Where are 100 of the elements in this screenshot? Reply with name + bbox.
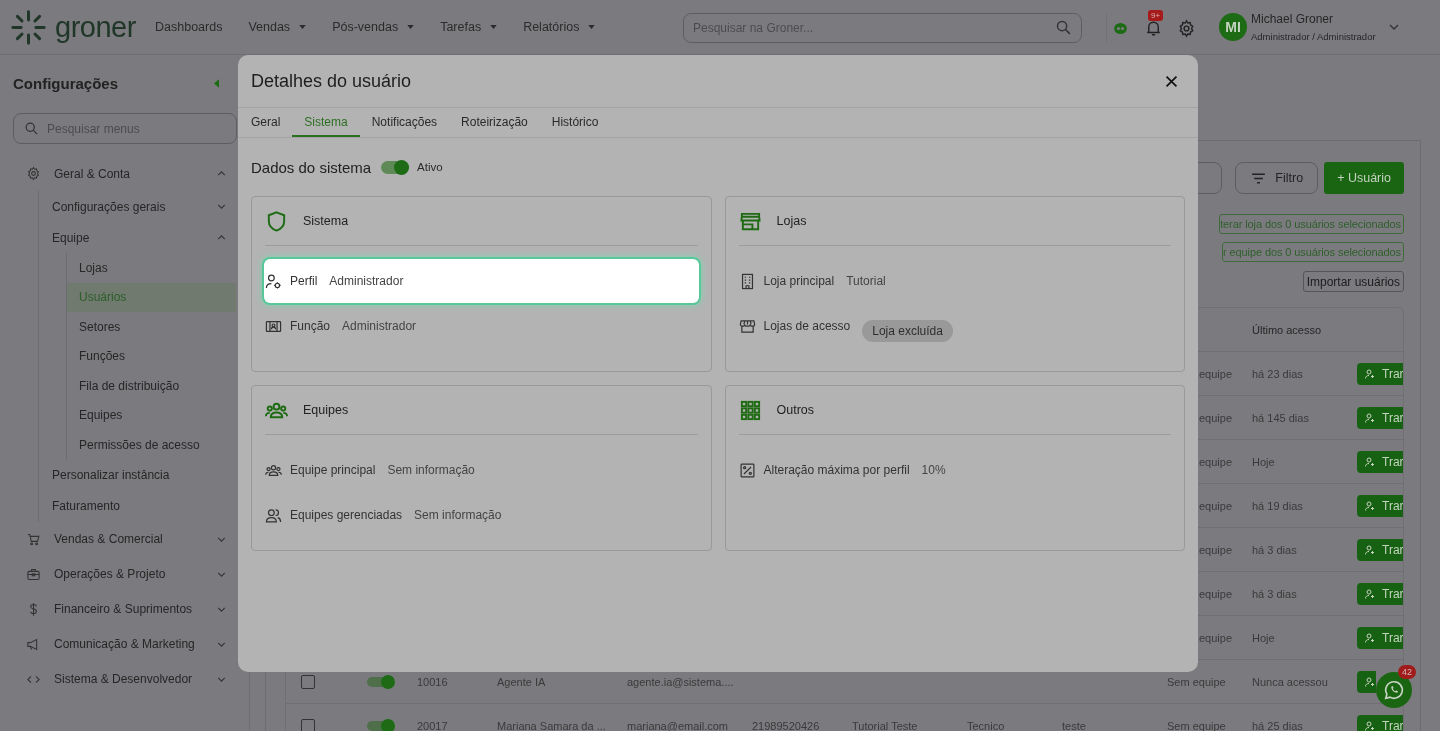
menu-item[interactable]: Permissões de acesso — [67, 430, 236, 460]
menu-item[interactable]: Equipe — [52, 222, 236, 253]
table-cell: Tutorial Teste — [852, 719, 918, 731]
nav-menu[interactable]: Dashboards — [155, 20, 223, 34]
user-plus-icon — [1364, 455, 1376, 468]
transfer-button[interactable]: Trar — [1357, 626, 1403, 649]
field-value: Administrador — [342, 319, 417, 333]
tab[interactable]: Histórico — [539, 108, 611, 137]
table-cell: 20017 — [417, 719, 448, 731]
table-cell: 21989520426 — [752, 719, 820, 731]
table-cell: equipe — [1199, 499, 1233, 512]
caret-icon — [299, 25, 307, 29]
field-value: Administrador — [329, 274, 404, 288]
table-cell: mariana@email.com — [627, 719, 729, 731]
table-cell: Hoje — [1252, 631, 1275, 644]
logo-icon — [10, 8, 47, 46]
table-cell: Tecnico — [967, 719, 1005, 731]
grid-icon — [738, 398, 762, 422]
caret-icon — [490, 25, 498, 29]
field-label: Lojas de acesso — [763, 319, 851, 333]
field-value: 10% — [921, 463, 946, 477]
menu-item[interactable]: Faturamento — [52, 490, 236, 522]
menu-item[interactable]: Lojas — [67, 253, 236, 283]
transfer-button[interactable]: Trar — [1357, 450, 1403, 473]
tab[interactable]: Geral — [239, 108, 293, 137]
menu-item[interactable]: Equipes — [67, 400, 236, 430]
menu-section[interactable]: Financeiro & Suprimentos — [13, 591, 236, 627]
user-role: Administrador / Administrador — [1251, 31, 1376, 42]
nav-menu[interactable]: Pós-vendas — [332, 20, 415, 34]
chat-badge: 42 — [1398, 665, 1416, 679]
menu-section[interactable]: Operações & Projeto — [13, 556, 236, 592]
table-cell: equipe — [1199, 543, 1233, 556]
import-button[interactable]: Importar usuários — [1302, 271, 1404, 292]
shield-icon — [265, 209, 288, 233]
table-cell: há 3 dias — [1252, 543, 1297, 556]
transfer-button[interactable]: Trar — [1357, 582, 1403, 605]
card-title: Outros — [776, 403, 814, 417]
nav-menu[interactable]: Tarefas — [440, 20, 498, 34]
transfer-button[interactable]: Trar — [1357, 494, 1403, 517]
tab[interactable]: Roteirização — [449, 108, 540, 137]
field-label: Alteração máxima por perfil — [763, 463, 910, 477]
transfer-button[interactable]: Trar — [1357, 538, 1403, 561]
section-title: Dados do sistema — [251, 158, 372, 176]
table-cell: há 3 dias — [1252, 587, 1297, 600]
field-label: Equipes gerenciadas — [290, 508, 403, 522]
menu-section[interactable]: Comunicação & Marketing — [13, 626, 236, 662]
field-label: Loja principal — [763, 274, 835, 288]
menu-item[interactable]: Setores — [67, 312, 236, 342]
menu-item[interactable]: Personalizar instância — [52, 459, 236, 491]
collapse-icon[interactable] — [214, 78, 219, 88]
user-plus-icon — [1364, 367, 1376, 380]
table-cell: há 19 dias — [1252, 499, 1303, 512]
transfer-button[interactable]: Trar — [1357, 362, 1403, 385]
table-cell: Nunca acessou — [1252, 675, 1328, 688]
table-cell: há 25 dias — [1252, 719, 1303, 731]
status-label: Ativo — [417, 161, 443, 173]
checkbox[interactable] — [301, 674, 315, 689]
card-title: Sistema — [303, 214, 349, 228]
filter-button[interactable]: Filtro — [1235, 162, 1319, 194]
table-cell: Sem equipe — [1167, 719, 1226, 731]
add-user-button[interactable]: + Usuário — [1324, 162, 1404, 194]
search-icon — [1055, 19, 1072, 36]
transfer-button[interactable]: Trar — [1357, 714, 1403, 731]
briefcase-icon — [26, 566, 41, 582]
settings-icon[interactable] — [1177, 18, 1196, 38]
people-icon — [265, 506, 282, 524]
notification-badge: 9+ — [1148, 9, 1164, 21]
field-label: Função — [290, 319, 331, 333]
user-name: Michael Groner — [1251, 12, 1335, 26]
table-cell: equipe — [1199, 411, 1233, 424]
menu-item[interactable]: Funções — [67, 341, 236, 371]
nav-menu[interactable]: Vendas — [248, 20, 307, 34]
user-plus-icon — [1364, 411, 1376, 424]
tab[interactable]: Notificações — [359, 108, 450, 137]
table-cell: equipe — [1199, 455, 1233, 468]
percent-icon — [738, 461, 756, 479]
nav-menu[interactable]: Relatórios — [523, 20, 596, 34]
bell-icon[interactable] — [1144, 18, 1163, 38]
caret-icon — [407, 25, 415, 29]
card-title: Equipes — [303, 403, 349, 417]
toggle-switch[interactable] — [381, 160, 410, 174]
menu-section[interactable]: Vendas & Comercial — [13, 521, 236, 557]
table-cell: equipe — [1199, 367, 1233, 380]
user-plus-icon — [1364, 675, 1376, 688]
avatar[interactable]: MI — [1219, 13, 1247, 41]
toggle-switch[interactable] — [367, 720, 393, 731]
dialog-title: Detalhes do usuário — [251, 70, 412, 92]
card-title: Lojas — [776, 214, 807, 228]
cart-icon — [26, 531, 41, 547]
tab[interactable]: Sistema — [292, 108, 360, 137]
user-plus-icon — [1364, 543, 1376, 556]
transfer-button[interactable] — [1357, 670, 1376, 693]
transfer-button[interactable]: Trar — [1357, 406, 1403, 429]
toggle-switch[interactable] — [367, 676, 393, 687]
checkbox[interactable] — [301, 718, 315, 731]
search-icon — [24, 121, 39, 136]
menu-item[interactable]: Configurações gerais — [52, 191, 236, 222]
menu-section[interactable]: Geral & Conta — [13, 156, 236, 191]
menu-item[interactable]: Fila de distribuição — [67, 371, 236, 401]
menu-section[interactable]: Sistema & Desenvolvedor — [13, 661, 236, 697]
